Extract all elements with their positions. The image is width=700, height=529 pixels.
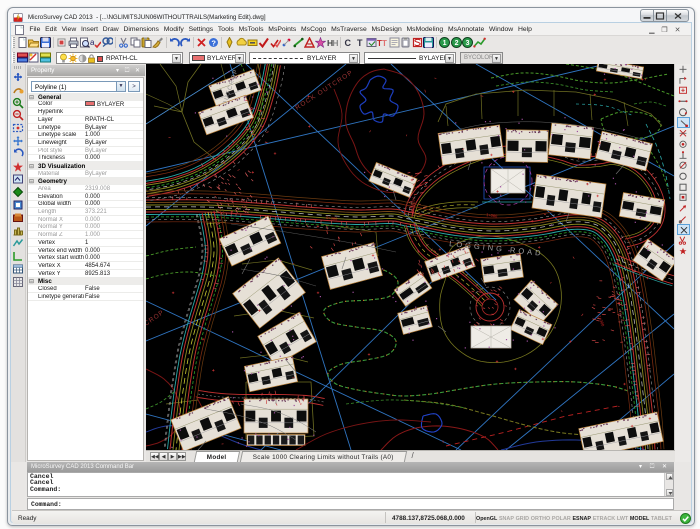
svg-text:a: a: [90, 38, 95, 47]
svg-text:?: ?: [211, 38, 216, 47]
svg-text:ROCK OUTCROP: ROCK OUTCROP: [294, 69, 354, 112]
svg-text:C: C: [345, 38, 352, 48]
svg-text:CROP: CROP: [146, 309, 166, 328]
svg-text:RPATH: RPATH: [410, 197, 416, 212]
svg-text:T: T: [382, 39, 387, 48]
svg-text:1: 1: [443, 40, 447, 47]
svg-text:3: 3: [466, 40, 470, 47]
svg-text:H: H: [332, 38, 338, 48]
svg-text:2: 2: [454, 40, 458, 47]
svg-text:T: T: [357, 38, 363, 48]
